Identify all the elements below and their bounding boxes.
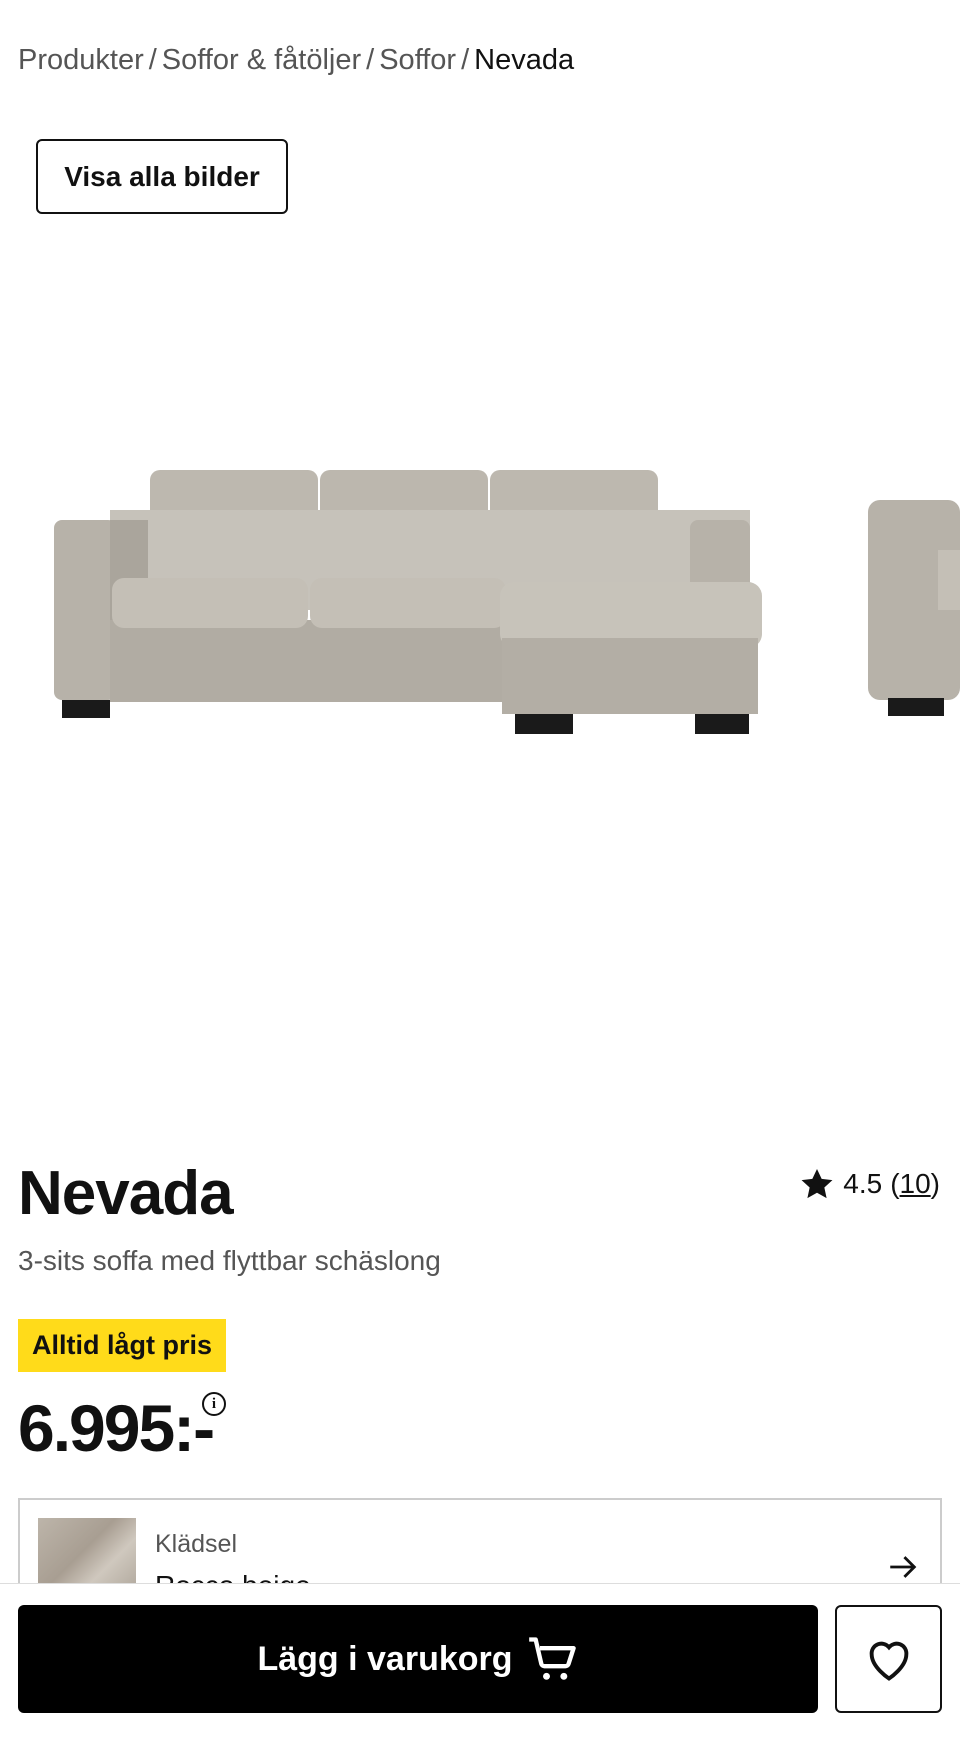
- rating-value: 4.5: [843, 1168, 883, 1199]
- review-count-open: (: [890, 1168, 900, 1199]
- review-count-close: ): [930, 1168, 940, 1199]
- heart-icon: [869, 1641, 908, 1681]
- cart-icon: [528, 1637, 576, 1680]
- option-label: Klädsel: [155, 1530, 237, 1558]
- breadcrumb-separator: /: [366, 44, 375, 76]
- product-image-sofa: [54, 470, 762, 734]
- price-badge: Alltid lågt pris: [18, 1319, 227, 1372]
- product-description: 3-sits soffa med flyttbar schäslong: [18, 1245, 441, 1276]
- arrow-right-icon: [890, 1556, 917, 1578]
- breadcrumb-link-soffor-fatoljer[interactable]: Soffor & fåtöljer: [162, 44, 361, 76]
- breadcrumb-link-soffor[interactable]: Soffor: [379, 44, 456, 76]
- breadcrumb-link-produkter[interactable]: Produkter: [18, 44, 144, 76]
- show-all-images-button[interactable]: Visa alla bilder: [36, 139, 288, 214]
- sticky-action-bar: Lägg i varukorg: [0, 1583, 960, 1757]
- product-price: 6.995:-: [18, 1391, 215, 1465]
- breadcrumb-separator: /: [148, 44, 157, 76]
- add-to-cart-button[interactable]: Lägg i varukorg: [18, 1605, 818, 1713]
- product-rating[interactable]: 4.5 (10): [799, 1166, 940, 1202]
- wishlist-button[interactable]: [835, 1605, 942, 1713]
- product-image-gallery[interactable]: [0, 230, 960, 1130]
- star-icon: [801, 1169, 833, 1199]
- breadcrumb-current: Nevada: [474, 44, 575, 76]
- breadcrumb-separator: /: [461, 44, 470, 76]
- add-to-cart-label: Lägg i varukorg: [257, 1639, 513, 1678]
- review-count-link[interactable]: 10: [900, 1168, 931, 1199]
- product-title: Nevada: [18, 1159, 234, 1228]
- product-image-sofa-next: [868, 500, 960, 716]
- info-icon[interactable]: i: [202, 1392, 226, 1416]
- breadcrumb: Produkter / Soffor & fåtöljer / Soffor / Nevad…: [18, 44, 574, 77]
- review-count: (10): [890, 1168, 940, 1200]
